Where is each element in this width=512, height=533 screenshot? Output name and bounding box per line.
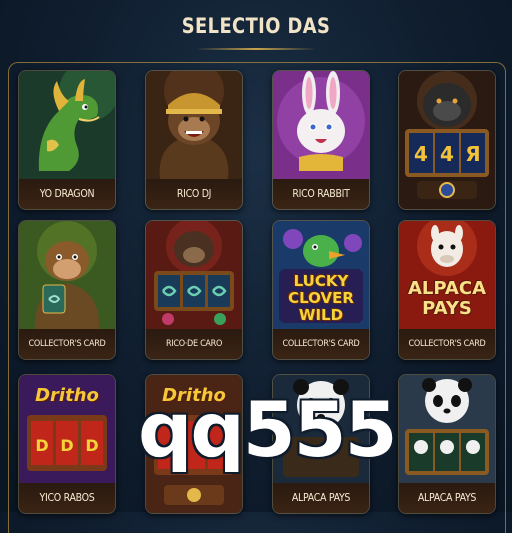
card-label: COLLECTOR'S CARD bbox=[273, 329, 369, 359]
card-label: COLLECTOR'S CARD bbox=[399, 329, 495, 359]
game-card-collectors-card-1[interactable]: COLLECTOR'S CARD bbox=[18, 220, 116, 360]
game-card-rico-rabbit[interactable]: RICO RABBIT bbox=[272, 70, 370, 210]
card-label: RICO RABBIT bbox=[273, 179, 369, 209]
svg-text:4: 4 bbox=[414, 142, 428, 166]
game-logo: Dritho bbox=[35, 385, 99, 406]
monkey-icon bbox=[19, 221, 115, 329]
game-card-yico-rabos[interactable]: D D D Dritho YICO RABOS bbox=[18, 374, 116, 514]
gorilla-slot-icon: 4 4 Я bbox=[399, 71, 495, 209]
game-card-alpaca-pays-panda-slot[interactable]: ALPACA PAYS bbox=[398, 374, 496, 514]
page-title: SELECTIO DAS bbox=[181, 14, 331, 38]
svg-text:Я: Я bbox=[465, 142, 480, 166]
game-logo: ALPACA PAYS bbox=[407, 278, 486, 319]
panda-slot-icon bbox=[399, 375, 495, 483]
card-label: RICO DJ bbox=[146, 179, 242, 209]
svg-text:D: D bbox=[60, 436, 73, 455]
gorilla-icon bbox=[146, 71, 242, 179]
watermark-text: qq555 bbox=[138, 385, 397, 474]
card-label: COLLECTOR'S CARD bbox=[19, 329, 115, 359]
card-label: ALPACA PAYS bbox=[399, 483, 495, 513]
title-underline bbox=[196, 48, 316, 50]
svg-text:D: D bbox=[35, 436, 48, 455]
game-card-rico-dj[interactable]: RICO DJ bbox=[145, 70, 243, 210]
svg-text:4: 4 bbox=[440, 142, 454, 166]
card-label: RICO·DE CARO bbox=[146, 329, 242, 359]
rabbit-icon bbox=[273, 71, 369, 179]
game-logo: LUCKY CLOVER WILD bbox=[288, 272, 354, 324]
svg-text:D: D bbox=[85, 436, 98, 455]
game-card-rico-de-caro[interactable]: RICO·DE CARO bbox=[145, 220, 243, 360]
gorilla-slot-icon bbox=[146, 221, 242, 329]
game-card-alpaca-pays[interactable]: ALPACA PAYS COLLECTOR'S CARD bbox=[398, 220, 496, 360]
game-card-yo-dragon[interactable]: YO DRAGON bbox=[18, 70, 116, 210]
game-card-gorilla-slot[interactable]: 4 4 Я bbox=[398, 70, 496, 210]
dragon-icon bbox=[19, 71, 115, 179]
card-label: ALPACA PAYS bbox=[273, 483, 369, 513]
card-label: YO DRAGON bbox=[19, 179, 115, 209]
game-card-lucky-clover-wild[interactable]: LUCKY CLOVER WILD COLLECTOR'S CARD bbox=[272, 220, 370, 360]
card-label: YICO RABOS bbox=[19, 483, 115, 513]
